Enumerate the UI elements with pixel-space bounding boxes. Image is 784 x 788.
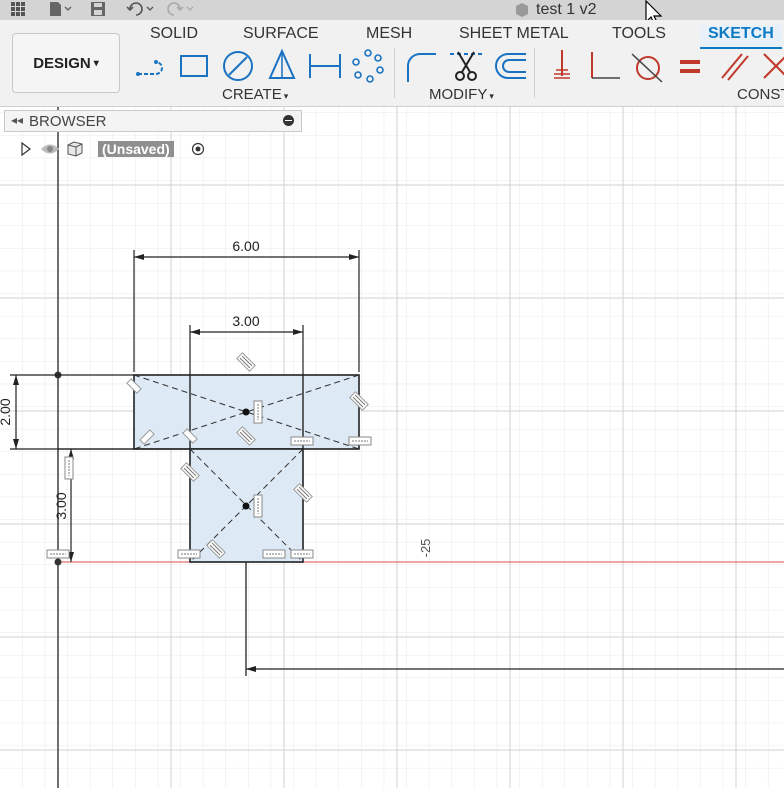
fillet-tool-icon[interactable] xyxy=(402,48,438,84)
undo-icon[interactable] xyxy=(126,1,156,19)
redo-icon[interactable] xyxy=(166,1,196,19)
tab-sketch[interactable]: SKETCH xyxy=(700,25,782,49)
visibility-eye-icon[interactable] xyxy=(40,142,60,156)
dimension-label-6[interactable]: 6.00 xyxy=(232,238,259,254)
circular-pattern-icon[interactable] xyxy=(350,48,386,84)
vertical-constraint-glyph xyxy=(253,400,263,424)
browser-panel-header: ◂◂ BROWSER xyxy=(4,110,302,132)
horizontal-constraint-glyph xyxy=(290,436,314,446)
vertical-constraint-glyph xyxy=(253,494,263,518)
symmetry-constraint-icon[interactable] xyxy=(758,48,784,84)
dimension-label-2[interactable]: 2.00 xyxy=(0,398,13,425)
coincident-constraint-icon[interactable] xyxy=(544,48,580,84)
tab-tools[interactable]: TOOLS xyxy=(612,25,666,47)
dimension-label-3-horizontal[interactable]: 3.00 xyxy=(232,313,259,329)
file-menu-icon[interactable] xyxy=(48,1,72,19)
chevron-down-icon: ▾ xyxy=(93,57,99,69)
circle-tool-icon[interactable] xyxy=(220,48,256,84)
title-bar: test 1 v2 xyxy=(0,0,784,27)
horizontal-constraint-glyph xyxy=(290,549,314,559)
trim-tool-icon[interactable] xyxy=(448,48,484,84)
sketch-grid xyxy=(0,107,784,788)
expand-arrow-icon[interactable] xyxy=(20,141,32,157)
dimension-label-3-vertical[interactable]: 3.00 xyxy=(53,492,69,519)
create-group-label: CREATE xyxy=(222,86,282,103)
equal-constraint-icon[interactable] xyxy=(672,48,708,84)
toolbar-separator xyxy=(394,48,395,98)
collapse-browser-icon[interactable]: ◂◂ xyxy=(11,113,23,127)
horizontal-constraint-glyph xyxy=(348,436,372,446)
chevron-down-icon: ▾ xyxy=(283,91,289,101)
ribbon-toolbar: DESIGN ▾ SOLID SURFACE MESH SHEET METAL … xyxy=(0,20,784,107)
tab-solid[interactable]: SOLID xyxy=(150,25,198,47)
tab-surface[interactable]: SURFACE xyxy=(243,25,319,47)
browser-title: BROWSER xyxy=(29,113,107,130)
chevron-down-icon: ▾ xyxy=(489,91,494,101)
rectangle-tool-icon[interactable] xyxy=(176,48,212,84)
vertical-constraint-glyph xyxy=(64,456,74,480)
create-group-dropdown[interactable]: CREATE ▾ xyxy=(222,86,288,103)
line-tool-icon[interactable] xyxy=(134,48,170,84)
tab-mesh[interactable]: MESH xyxy=(366,25,412,47)
toolbar-separator xyxy=(534,48,535,98)
modify-group-label: MODIFY xyxy=(429,86,488,103)
constraints-group-label[interactable]: CONST xyxy=(737,86,784,103)
dimension-tool-icon[interactable] xyxy=(307,48,343,84)
save-icon[interactable] xyxy=(90,1,106,19)
horizontal-constraint-glyph xyxy=(46,549,70,559)
origin-point[interactable] xyxy=(54,558,62,566)
component-icon xyxy=(67,141,83,157)
sketch-canvas[interactable]: 6.00 3.00 2.00 3.00 -25 xyxy=(0,107,784,788)
tangent-constraint-icon[interactable] xyxy=(628,48,664,84)
app-grid-icon[interactable] xyxy=(10,1,26,19)
window-title: test 1 v2 xyxy=(536,1,597,18)
sketch-center-point[interactable] xyxy=(242,502,250,510)
tab-sheet-metal[interactable]: SHEET METAL xyxy=(459,25,569,47)
offset-tool-icon[interactable] xyxy=(492,48,528,84)
polygon-tool-icon[interactable] xyxy=(264,48,300,84)
modify-group-dropdown[interactable]: MODIFY ▾ xyxy=(429,86,494,103)
horizontal-constraint-glyph xyxy=(262,549,286,559)
tree-root-label[interactable]: (Unsaved) xyxy=(98,141,174,157)
minimize-panel-icon[interactable] xyxy=(283,115,294,126)
grid-coordinate-label: -25 xyxy=(418,539,433,558)
perpendicular-constraint-icon[interactable] xyxy=(586,48,622,84)
parallel-constraint-icon[interactable] xyxy=(716,48,752,84)
horizontal-constraint-glyph xyxy=(177,549,201,559)
workspace-label: DESIGN xyxy=(33,54,91,72)
sketch-center-point[interactable] xyxy=(242,408,250,416)
workspace-switcher-button[interactable]: DESIGN ▾ xyxy=(12,33,120,93)
activate-radio-icon[interactable] xyxy=(191,142,205,156)
